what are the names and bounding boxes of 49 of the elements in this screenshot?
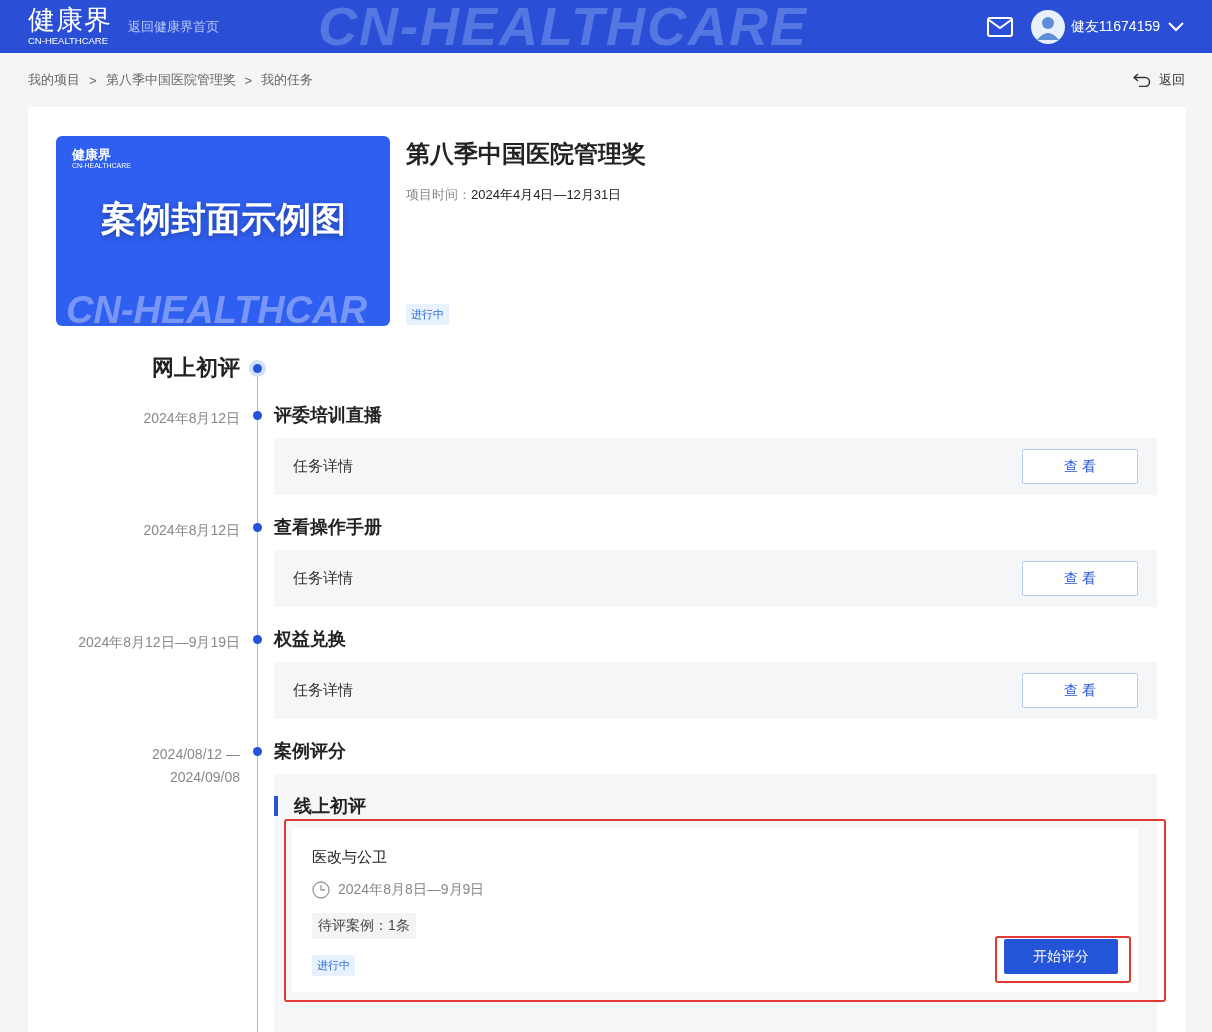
chevron-down-icon[interactable]: [1168, 21, 1184, 32]
start-scoring-button[interactable]: 开始评分: [1004, 939, 1118, 974]
task-detail-label: 任务详情: [293, 569, 353, 588]
mail-icon[interactable]: [986, 16, 1013, 37]
task-date: 2024/08/12 — 2024/09/08: [151, 745, 240, 787]
back-link[interactable]: 返回: [1133, 71, 1185, 89]
task-title: 案例评分: [274, 740, 347, 763]
clock-icon: [312, 881, 330, 899]
timeline-dot: [253, 747, 262, 756]
task-detail-label: 任务详情: [293, 457, 353, 476]
status-tag: 进行中: [406, 304, 449, 325]
avatar[interactable]: [1030, 9, 1065, 44]
section-marker: [274, 796, 278, 816]
breadcrumb-separator: >: [89, 72, 97, 88]
task-date: 2024年8月12日: [142, 409, 240, 428]
pending-count: 待评案例：1条: [312, 913, 416, 939]
undo-icon: [1133, 73, 1151, 87]
logo-text: 健康界: [28, 7, 112, 35]
timeline-dot: [253, 411, 262, 420]
task-detail-label: 任务详情: [293, 681, 353, 700]
task-date: 2024年8月12日: [142, 521, 240, 540]
logo-subtitle: CN-HEALTHCARE: [28, 36, 110, 46]
card-title: 医改与公卫: [312, 848, 388, 867]
timeline-dot: [253, 523, 262, 532]
breadcrumb-item[interactable]: 第八季中国医院管理奖: [105, 71, 236, 89]
view-button[interactable]: 查 看: [1022, 561, 1138, 596]
breadcrumb-item[interactable]: 我的项目: [28, 71, 80, 89]
stage-title: 网上初评: [151, 354, 240, 382]
project-title: 第八季中国医院管理奖: [406, 139, 646, 169]
view-button[interactable]: 查 看: [1022, 449, 1138, 484]
task-title: 查看操作手册: [274, 516, 383, 539]
task-title: 评委培训直播: [274, 404, 383, 427]
card-period: 2024年8月8日—9月9日: [338, 881, 485, 899]
task-title: 权益兑换: [274, 628, 347, 651]
cover-logo-text: 健康界: [72, 148, 112, 161]
status-tag: 进行中: [312, 955, 355, 976]
breadcrumb-separator: >: [244, 72, 253, 88]
time-value: 2024年4月4日—12月31日: [471, 186, 622, 204]
task-date: 2024年8月12日—9月19日: [77, 633, 240, 652]
user-name[interactable]: 健友11674159: [1070, 17, 1160, 36]
time-label: 项目时间：: [406, 186, 471, 204]
cover-backdrop-text: CN-HEALTHCAR: [66, 289, 368, 326]
breadcrumb-item: 我的任务: [261, 71, 314, 89]
timeline-dot: [249, 360, 266, 377]
home-link[interactable]: 返回健康界首页: [128, 18, 219, 36]
cover-title: 案例封面示例图: [99, 198, 347, 240]
view-button[interactable]: 查 看: [1022, 673, 1138, 708]
timeline-dot: [253, 635, 262, 644]
section-title: 线上初评: [294, 795, 366, 818]
